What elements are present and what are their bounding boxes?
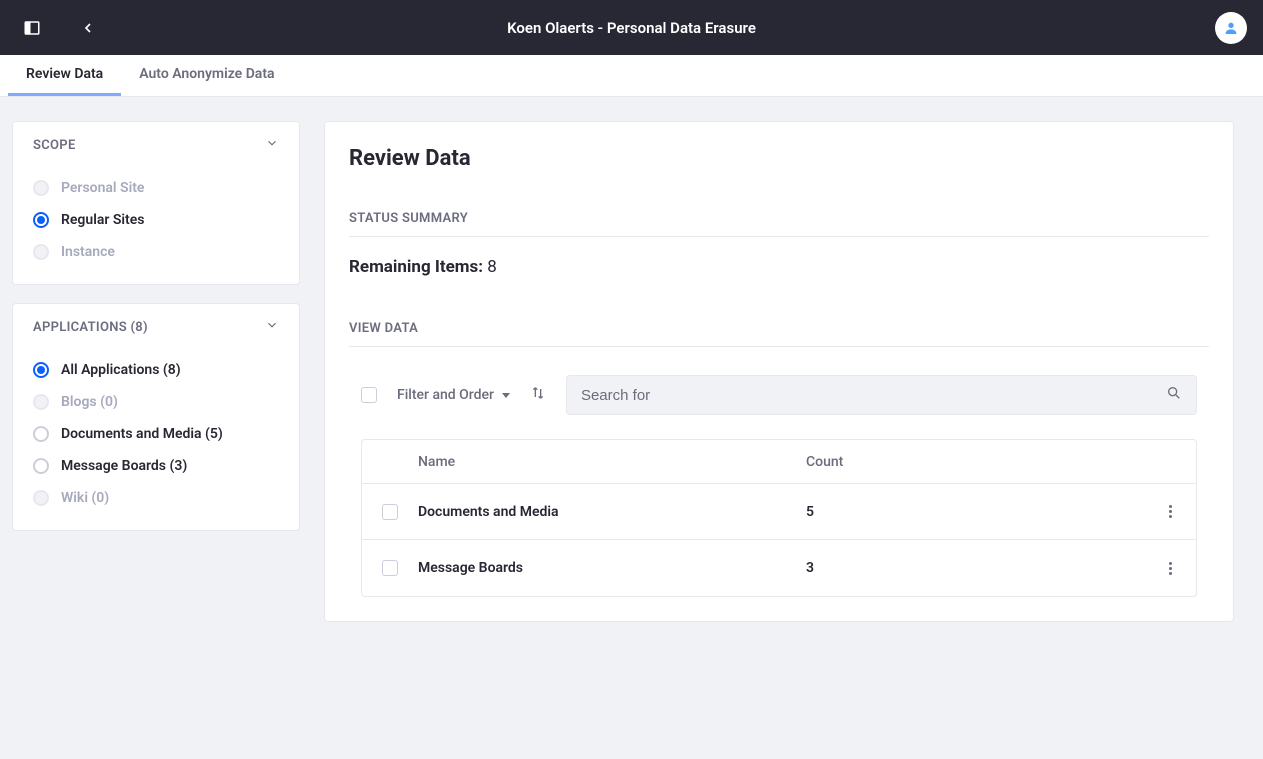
search-input[interactable] xyxy=(581,387,1166,404)
scope-panel-header[interactable]: SCOPE xyxy=(13,122,299,168)
topbar: Koen Olaerts - Personal Data Erasure xyxy=(0,0,1263,55)
view-data-title: VIEW DATA xyxy=(349,321,1209,347)
avatar[interactable] xyxy=(1215,12,1247,44)
filter-label: Filter and Order xyxy=(397,387,494,403)
page-title: Koen Olaerts - Personal Data Erasure xyxy=(507,19,756,37)
row-check xyxy=(382,504,418,520)
applications-item-all[interactable]: All Applications (8) xyxy=(33,354,279,386)
left-column: SCOPE Personal Site Regular Sites Instan… xyxy=(12,121,300,531)
applications-panel: APPLICATIONS (8) All Applications (8) Bl… xyxy=(12,303,300,531)
radio-icon xyxy=(33,244,49,260)
radio-icon xyxy=(33,458,49,474)
row-actions xyxy=(1146,558,1176,579)
radio-label: Personal Site xyxy=(61,180,144,196)
radio-label: Message Boards (3) xyxy=(61,458,187,474)
radio-label: Wiki (0) xyxy=(61,490,109,506)
radio-label: Blogs (0) xyxy=(61,394,118,410)
scope-item-personal-site[interactable]: Personal Site xyxy=(33,172,279,204)
toolbar: Filter and Order xyxy=(361,375,1197,415)
radio-icon xyxy=(33,180,49,196)
tabs: Review Data Auto Anonymize Data xyxy=(0,55,1263,97)
radio-icon xyxy=(33,212,49,228)
scope-panel-body: Personal Site Regular Sites Instance xyxy=(13,168,299,284)
row-check xyxy=(382,560,418,576)
scope-item-instance[interactable]: Instance xyxy=(33,236,279,268)
table-header: Name Count xyxy=(362,440,1196,484)
topbar-left xyxy=(16,12,104,44)
row-actions xyxy=(1146,501,1176,522)
search-icon[interactable] xyxy=(1166,385,1182,405)
scope-panel: SCOPE Personal Site Regular Sites Instan… xyxy=(12,121,300,285)
filter-order-button[interactable]: Filter and Order xyxy=(397,387,510,403)
applications-item-wiki[interactable]: Wiki (0) xyxy=(33,482,279,514)
main-card: Review Data STATUS SUMMARY Remaining Ite… xyxy=(324,121,1234,622)
data-table: Name Count Documents and Media 5 Message… xyxy=(361,439,1197,597)
col-name-header: Name xyxy=(418,454,806,470)
applications-item-message-boards[interactable]: Message Boards (3) xyxy=(33,450,279,482)
tab-review-data[interactable]: Review Data xyxy=(8,55,121,96)
select-all-checkbox[interactable] xyxy=(361,387,377,403)
chevron-down-icon xyxy=(265,318,279,336)
col-count-header: Count xyxy=(806,454,1146,470)
radio-label: All Applications (8) xyxy=(61,362,181,378)
scope-item-regular-sites[interactable]: Regular Sites xyxy=(33,204,279,236)
radio-icon xyxy=(33,394,49,410)
status-summary-title: STATUS SUMMARY xyxy=(349,211,1209,237)
row-name: Documents and Media xyxy=(418,504,806,520)
applications-title: APPLICATIONS (8) xyxy=(33,320,148,335)
table-row: Documents and Media 5 xyxy=(362,484,1196,540)
scope-title: SCOPE xyxy=(33,138,76,153)
radio-label: Regular Sites xyxy=(61,212,145,228)
caret-down-icon xyxy=(502,393,510,398)
row-count: 3 xyxy=(806,560,1146,576)
sort-icon[interactable] xyxy=(530,385,546,405)
row-name: Message Boards xyxy=(418,560,806,576)
applications-panel-header[interactable]: APPLICATIONS (8) xyxy=(13,304,299,350)
applications-item-documents[interactable]: Documents and Media (5) xyxy=(33,418,279,450)
remaining-items: Remaining Items: 8 xyxy=(349,257,1209,277)
row-checkbox[interactable] xyxy=(382,560,398,576)
search-wrap xyxy=(566,375,1197,415)
radio-label: Documents and Media (5) xyxy=(61,426,223,442)
kebab-icon[interactable] xyxy=(1165,558,1176,579)
topbar-right xyxy=(1215,12,1247,44)
radio-icon xyxy=(33,426,49,442)
kebab-icon[interactable] xyxy=(1165,501,1176,522)
radio-icon xyxy=(33,362,49,378)
table-row: Message Boards 3 xyxy=(362,540,1196,596)
radio-label: Instance xyxy=(61,244,115,260)
row-checkbox[interactable] xyxy=(382,504,398,520)
chevron-down-icon xyxy=(265,136,279,154)
tab-auto-anonymize[interactable]: Auto Anonymize Data xyxy=(121,55,292,96)
radio-icon xyxy=(33,490,49,506)
main-heading: Review Data xyxy=(349,146,1209,171)
applications-panel-body: All Applications (8) Blogs (0) Documents… xyxy=(13,350,299,530)
remaining-value: 8 xyxy=(487,257,497,277)
content: SCOPE Personal Site Regular Sites Instan… xyxy=(0,97,1263,646)
remaining-label: Remaining Items: xyxy=(349,257,483,277)
row-count: 5 xyxy=(806,504,1146,520)
back-icon[interactable] xyxy=(72,12,104,44)
applications-item-blogs[interactable]: Blogs (0) xyxy=(33,386,279,418)
sidebar-toggle-icon[interactable] xyxy=(16,12,48,44)
